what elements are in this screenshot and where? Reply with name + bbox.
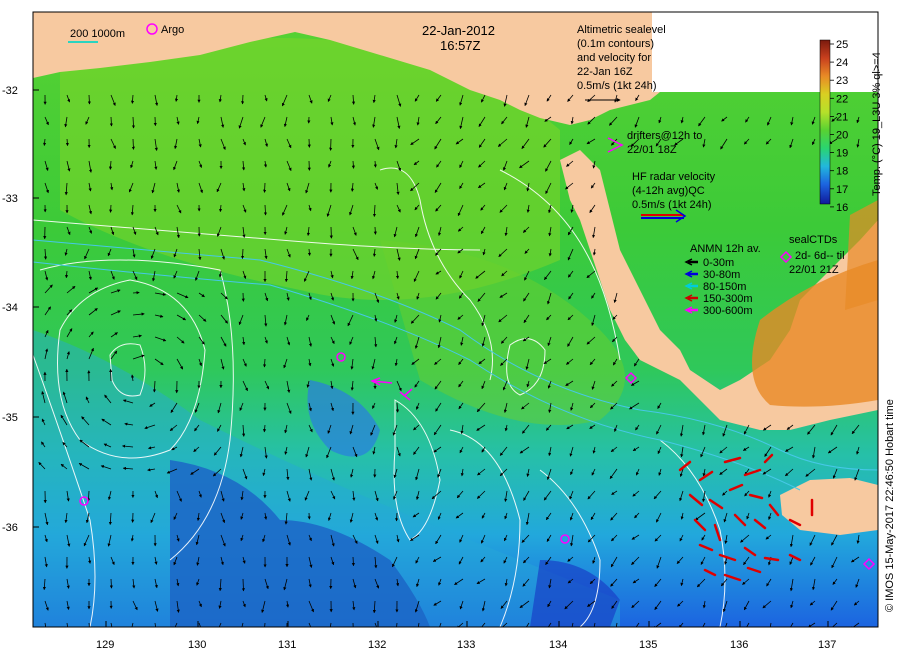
latitude-tick-label: -34	[2, 302, 18, 314]
anmn-legend-entry: 80-150m	[703, 281, 746, 293]
svg-text:0.5m/s (1kt 24h): 0.5m/s (1kt 24h)	[577, 80, 656, 92]
longitude-tick-label: 135	[639, 639, 657, 651]
longitude-tick-label: 132	[368, 639, 386, 651]
map-area	[33, 12, 878, 627]
argo-legend-label: Argo	[161, 24, 184, 36]
svg-text:22/01 18Z: 22/01 18Z	[627, 144, 677, 156]
colorbar-tick-label: 21	[836, 111, 848, 123]
svg-text:and velocity for: and velocity for	[577, 52, 651, 64]
svg-text:22/01 21Z: 22/01 21Z	[789, 264, 839, 276]
colorbar-tick-label: 19	[836, 148, 848, 160]
latitude-tick-label: -33	[2, 193, 18, 205]
colorbar-tick-label: 17	[836, 184, 848, 196]
longitude-tick-label: 137	[818, 639, 836, 651]
svg-text:sealCTDs: sealCTDs	[789, 234, 838, 246]
longitude-tick-label: 133	[457, 639, 475, 651]
warm-gulf-water-2	[845, 200, 878, 310]
latitude-tick-label: -35	[2, 412, 18, 424]
svg-text:(4-12h avg)QC: (4-12h avg)QC	[632, 185, 705, 197]
latitude-tick-label: -36	[2, 522, 18, 534]
map-date: 22-Jan-2012	[422, 23, 495, 38]
credit-text: © IMOS 15-May-2017 22:46:50 Hobart time	[884, 399, 896, 612]
longitude-tick-label: 134	[549, 639, 567, 651]
svg-text:Altimetric sealevel: Altimetric sealevel	[577, 24, 666, 36]
anmn-legend-entry: 30-80m	[703, 269, 740, 281]
longitude-tick-label: 131	[278, 639, 296, 651]
svg-text:(0.1m contours): (0.1m contours)	[577, 38, 654, 50]
anmn-legend-entry: 0-30m	[703, 257, 734, 269]
svg-text:0.5m/s (1kt 24h): 0.5m/s (1kt 24h)	[632, 199, 711, 211]
colorbar-tick-label: 25	[836, 39, 848, 51]
scale-bar-label: 200 1000m	[70, 28, 125, 40]
svg-text:2d- 6d-- til: 2d- 6d-- til	[795, 250, 845, 262]
longitude-tick-label: 129	[96, 639, 114, 651]
colorbar-tick-label: 18	[836, 166, 848, 178]
colorbar-tick-label: 20	[836, 130, 848, 142]
colorbar-tick-label: 24	[836, 57, 848, 69]
latitude-tick-label: -32	[2, 85, 18, 97]
colorbar-label: Temp. (°C) 19_L3U 3% ql>=4	[871, 52, 883, 196]
svg-text:drifters@12h to: drifters@12h to	[627, 130, 702, 142]
svg-text:HF radar velocity: HF radar velocity	[632, 171, 716, 183]
longitude-tick-label: 130	[188, 639, 206, 651]
svg-text:ANMN 12h av.: ANMN 12h av.	[690, 243, 761, 255]
sst-map: 200 1000m Argo 22-Jan-2012 16:57Z Altime…	[2, 11, 896, 651]
longitude-tick-label: 136	[730, 639, 748, 651]
anmn-legend-entry: 150-300m	[703, 293, 753, 305]
colorbar-tick-label: 23	[836, 75, 848, 87]
colorbar-tick-label: 22	[836, 93, 848, 105]
svg-text:22-Jan 16Z: 22-Jan 16Z	[577, 66, 633, 78]
colorbar-tick-label: 16	[836, 202, 848, 214]
anmn-legend-entry: 300-600m	[703, 305, 753, 317]
map-time: 16:57Z	[440, 38, 481, 53]
